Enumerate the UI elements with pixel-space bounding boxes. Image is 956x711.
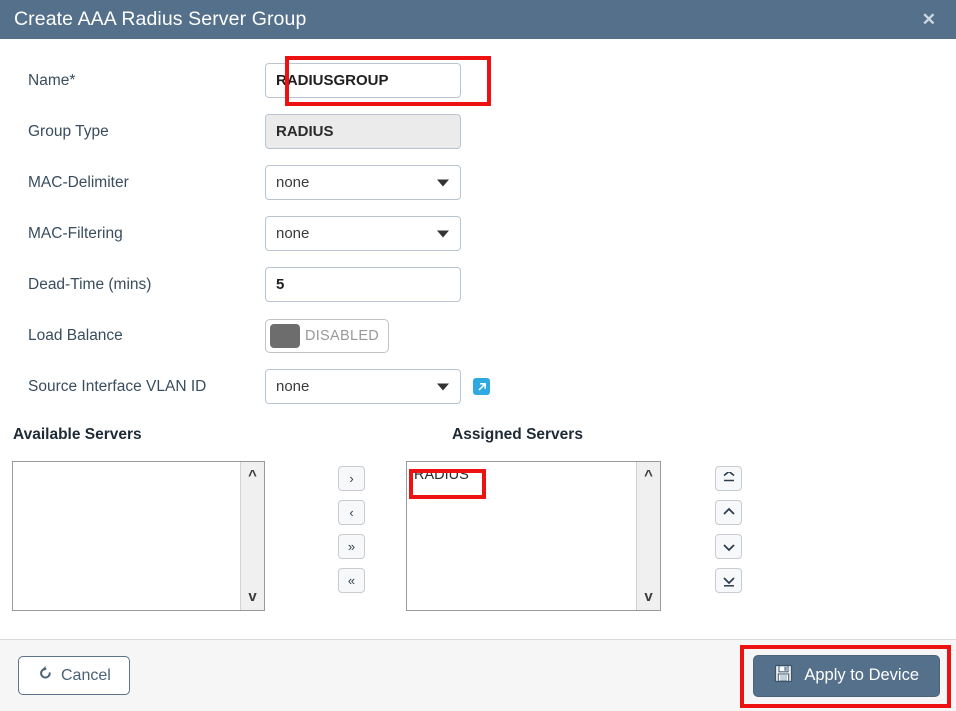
- toggle-knob: [270, 324, 300, 348]
- control-group-type: [265, 114, 461, 149]
- dialog-title: Create AAA Radius Server Group: [14, 8, 306, 31]
- close-icon[interactable]: ✕: [918, 9, 940, 30]
- apply-label: Apply to Device: [804, 666, 919, 685]
- dialog-footer: Cancel Apply to Device: [0, 639, 956, 711]
- available-servers-listbox[interactable]: ^ v: [12, 461, 265, 611]
- available-servers-items: [13, 462, 240, 610]
- source-interface-vlan-value: none: [276, 378, 309, 395]
- load-balance-state: DISABLED: [300, 328, 384, 344]
- available-servers-scrollbar[interactable]: ^ v: [240, 462, 264, 610]
- mac-filtering-select[interactable]: none: [265, 216, 461, 251]
- name-input[interactable]: [265, 63, 461, 98]
- assigned-servers-heading: Assigned Servers: [452, 426, 583, 444]
- move-right-button[interactable]: ›: [338, 466, 365, 491]
- assigned-servers-items: RADIUS: [407, 462, 636, 610]
- group-type-input: [265, 114, 461, 149]
- available-servers-heading: Available Servers: [13, 426, 142, 444]
- mac-delimiter-value: none: [276, 174, 309, 191]
- label-dead-time: Dead-Time (mins): [0, 276, 265, 294]
- control-dead-time: [265, 267, 461, 302]
- list-item[interactable]: RADIUS: [407, 466, 636, 484]
- move-to-top-button[interactable]: [715, 466, 742, 491]
- control-mac-filtering: none: [265, 216, 461, 251]
- create-aaa-radius-server-group-dialog: Create AAA Radius Server Group ✕ Name* G…: [0, 0, 956, 711]
- assigned-servers-listbox[interactable]: RADIUS ^ v: [406, 461, 661, 611]
- scroll-down-icon[interactable]: v: [248, 589, 256, 604]
- label-group-type: Group Type: [0, 123, 265, 141]
- move-all-right-button[interactable]: »: [338, 534, 365, 559]
- label-load-balance: Load Balance: [0, 327, 265, 345]
- move-left-button[interactable]: ‹: [338, 500, 365, 525]
- order-buttons: [715, 466, 742, 593]
- source-interface-vlan-select[interactable]: none: [265, 369, 461, 404]
- form-row-source-interface-vlan-id: Source Interface VLAN ID none: [0, 361, 956, 412]
- dialog-header: Create AAA Radius Server Group ✕: [0, 0, 956, 39]
- form-row-mac-delimiter: MAC-Delimiter none: [0, 157, 956, 208]
- move-all-left-button[interactable]: «: [338, 568, 365, 593]
- dead-time-input[interactable]: [265, 267, 461, 302]
- form-row-group-type: Group Type: [0, 106, 956, 157]
- transfer-buttons: › ‹ » «: [338, 466, 365, 593]
- form-fields: Name* Group Type MAC-Delimiter none: [0, 39, 956, 412]
- scroll-up-icon[interactable]: ^: [644, 468, 653, 483]
- label-mac-filtering: MAC-Filtering: [0, 225, 265, 243]
- load-balance-toggle[interactable]: DISABLED: [265, 319, 389, 353]
- form-row-load-balance: Load Balance DISABLED: [0, 310, 956, 361]
- label-name: Name*: [0, 72, 265, 90]
- apply-to-device-button[interactable]: Apply to Device: [753, 655, 940, 697]
- mac-filtering-value: none: [276, 225, 309, 242]
- control-load-balance: DISABLED: [265, 319, 389, 353]
- form-row-dead-time: Dead-Time (mins): [0, 259, 956, 310]
- assigned-servers-scrollbar[interactable]: ^ v: [636, 462, 660, 610]
- control-name: [265, 63, 461, 98]
- mac-delimiter-select[interactable]: none: [265, 165, 461, 200]
- cancel-button[interactable]: Cancel: [18, 656, 130, 695]
- undo-arrow-icon: [37, 665, 53, 686]
- control-mac-delimiter: none: [265, 165, 461, 200]
- move-down-button[interactable]: [715, 534, 742, 559]
- transfer-area: ^ v › ‹ » « RADIUS ^ v: [0, 461, 956, 611]
- external-link-icon[interactable]: [473, 378, 490, 395]
- save-floppy-icon: [774, 664, 793, 688]
- form-row-mac-filtering: MAC-Filtering none: [0, 208, 956, 259]
- scroll-down-icon[interactable]: v: [644, 589, 652, 604]
- move-up-button[interactable]: [715, 500, 742, 525]
- dialog-body: Name* Group Type MAC-Delimiter none: [0, 39, 956, 639]
- scroll-up-icon[interactable]: ^: [248, 468, 257, 483]
- control-source-interface-vlan-id: none: [265, 369, 490, 404]
- form-row-name: Name*: [0, 55, 956, 106]
- label-mac-delimiter: MAC-Delimiter: [0, 174, 265, 192]
- move-to-bottom-button[interactable]: [715, 568, 742, 593]
- transfer-headings: Available Servers Assigned Servers: [0, 426, 956, 452]
- label-source-interface-vlan-id: Source Interface VLAN ID: [0, 378, 265, 396]
- cancel-label: Cancel: [61, 667, 111, 685]
